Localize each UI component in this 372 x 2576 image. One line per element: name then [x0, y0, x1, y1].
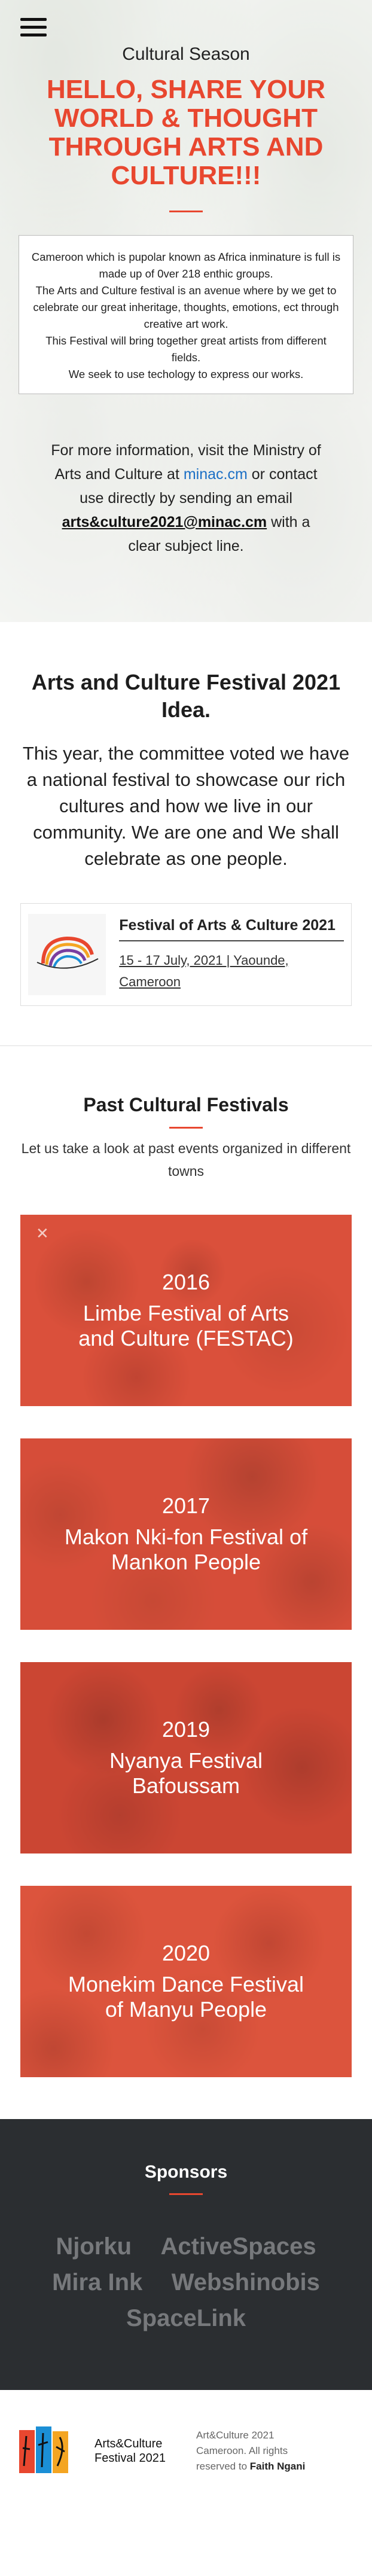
footer-brand-line: Festival 2021 [94, 2451, 166, 2465]
hero-section: Cultural Season HELLO, SHARE YOUR WORLD … [0, 0, 372, 622]
footer-brand-line: Arts&Culture [94, 2437, 163, 2450]
festival-name: Limbe Festival of Arts and Culture (FEST… [78, 1301, 294, 1351]
festival-tile[interactable]: 2020 Monekim Dance Festival of Manyu Peo… [20, 1886, 352, 2077]
hero-title: HELLO, SHARE YOUR WORLD & THOUGHT THROUG… [46, 75, 326, 190]
festival-tile[interactable]: 2017 Makon Nki-fon Festival of Mankon Pe… [20, 1438, 352, 1630]
hamburger-menu-icon[interactable] [20, 18, 47, 39]
festival-card[interactable]: Festival of Arts & Culture 2021 15 - 17 … [20, 903, 352, 1006]
festival-card-text: Festival of Arts & Culture 2021 15 - 17 … [119, 917, 344, 993]
sponsor-mira-ink[interactable]: Mira Ink [52, 2264, 142, 2300]
intro-line: Cameroon which is pupolar known as Afric… [31, 251, 341, 280]
past-subtitle: Let us take a look at past events organi… [21, 1141, 351, 1179]
past-heading: Past Cultural Festivals [83, 1094, 289, 1115]
festival-name: Makon Nki-fon Festival of Mankon People [64, 1525, 308, 1574]
author-name[interactable]: Faith Ngani [250, 2461, 306, 2472]
festival-year: 2019 [161, 1717, 211, 1742]
footer: Arts&Culture Festival 2021 Art&Culture 2… [0, 2390, 372, 2511]
festival-card-title[interactable]: Festival of Arts & Culture 2021 [119, 917, 344, 941]
intro-line: The Arts and Culture festival is an aven… [33, 284, 339, 330]
festival-year: 2016 [161, 1270, 211, 1294]
sponsors-heading: Sponsors [144, 2162, 228, 2182]
idea-section: Arts and Culture Festival 2021 Idea. Thi… [0, 622, 372, 1045]
footer-copyright: Art&Culture 2021 Cameroon. All rights re… [196, 2428, 316, 2474]
festival-year: 2020 [161, 1941, 211, 1965]
intro-box: Cameroon which is pupolar known as Afric… [19, 235, 353, 394]
close-icon[interactable]: ✕ [36, 1224, 49, 1243]
hero-subtitle: Cultural Season [122, 44, 250, 64]
intro-line: This Festival will bring together great … [45, 334, 327, 364]
sponsor-spacelink[interactable]: SpaceLink [126, 2300, 246, 2336]
intro-line: We seek to use techology to express our … [68, 368, 304, 380]
sponsor-webshinobis[interactable]: Webshinobis [172, 2264, 320, 2300]
idea-heading: Arts and Culture Festival 2021 Idea. [31, 670, 341, 722]
festival-tile[interactable]: 2019 Nyanya Festival Bafoussam [20, 1662, 352, 1853]
festival-tile[interactable]: ✕ 2016 Limbe Festival of Arts and Cultur… [20, 1215, 352, 1406]
festival-name: Nyanya Festival Bafoussam [109, 1748, 263, 1798]
sponsor-activespaces[interactable]: ActiveSpaces [160, 2229, 316, 2264]
past-festivals-section: Past Cultural Festivals Let us take a lo… [0, 1045, 372, 2119]
sponsor-njorku[interactable]: Njorku [56, 2229, 132, 2264]
past-divider [169, 1127, 203, 1129]
footer-logo-icon[interactable] [18, 2424, 84, 2478]
sponsors-section: Sponsors Njorku ActiveSpaces Mira Ink We… [0, 2119, 372, 2390]
sponsors-divider [169, 2193, 203, 2195]
email-link[interactable]: arts&culture2021@minac.cm [62, 514, 267, 531]
idea-lead: This year, the committee voted we have a… [22, 743, 350, 869]
title-divider [169, 211, 203, 212]
festival-card-meta[interactable]: 15 - 17 July, 2021 | Yaounde, Cameroon [119, 950, 344, 993]
festival-logo-icon [28, 914, 106, 995]
sponsor-list: Njorku ActiveSpaces Mira Ink Webshinobis… [24, 2229, 348, 2336]
festival-year: 2017 [161, 1493, 211, 1518]
festival-name: Monekim Dance Festival of Manyu People [68, 1972, 304, 2022]
contact-info: For more information, visit the Ministry… [0, 438, 372, 558]
footer-brand: Arts&Culture Festival 2021 [94, 2437, 178, 2465]
ministry-link[interactable]: minac.cm [184, 466, 248, 483]
